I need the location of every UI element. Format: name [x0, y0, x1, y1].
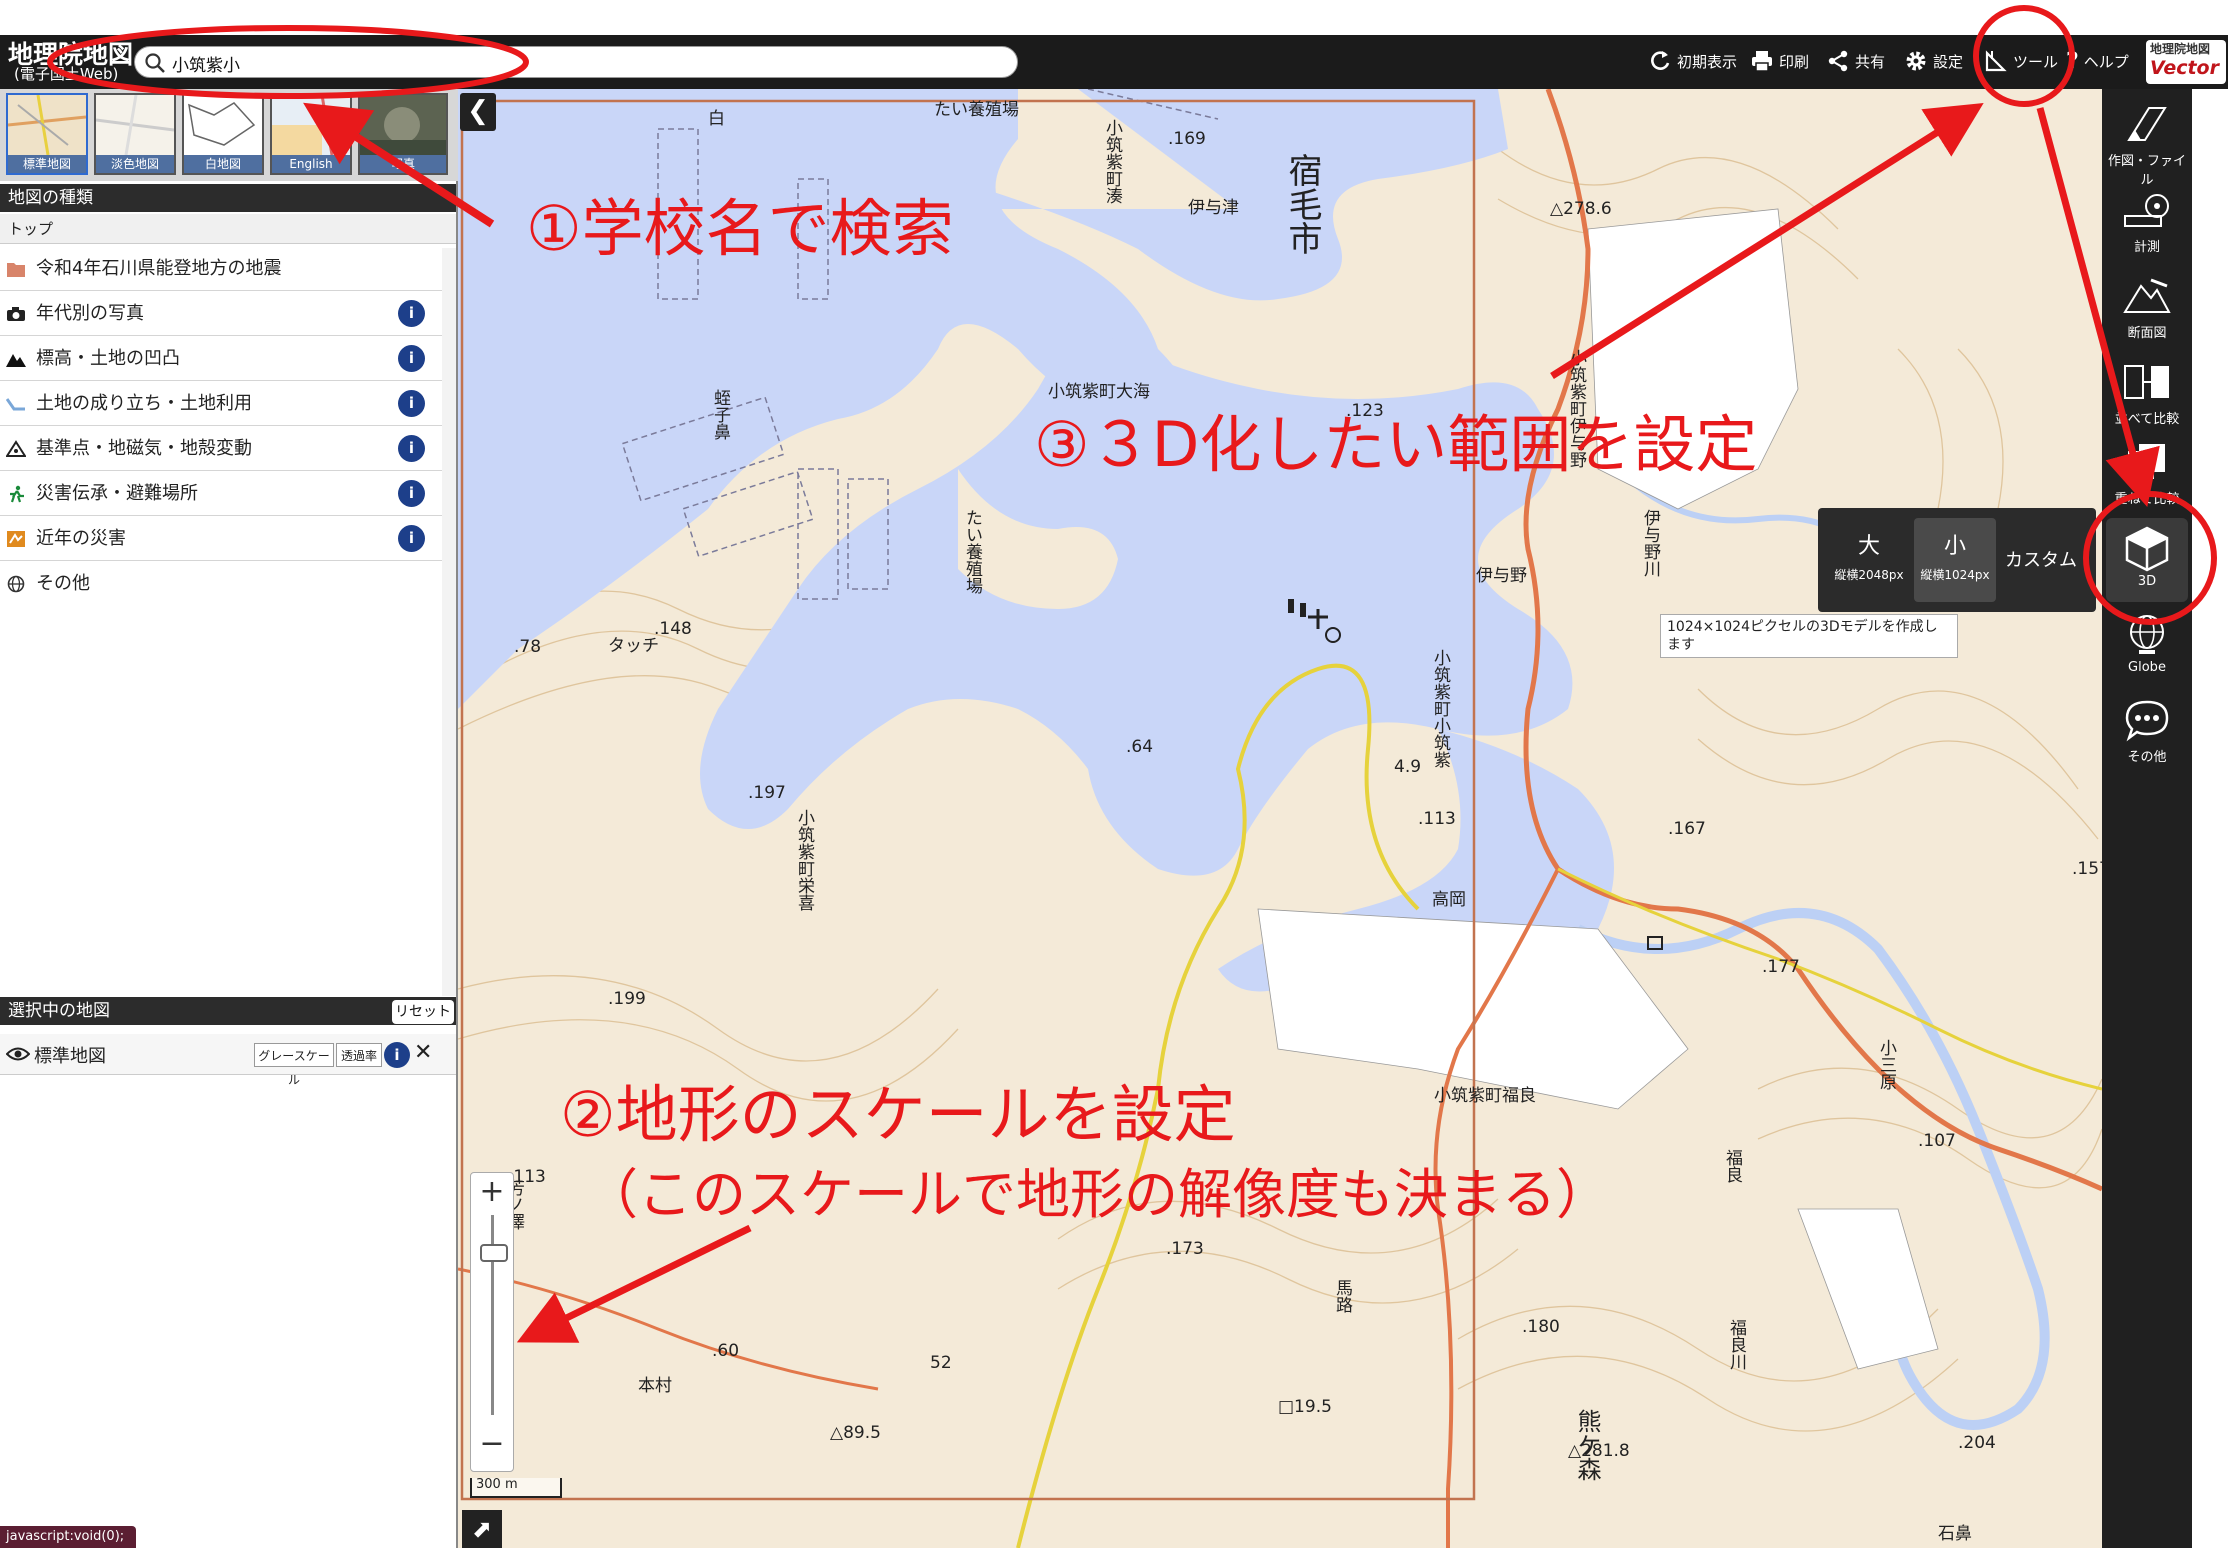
arrow-to-zoom [516, 1224, 752, 1343]
annotation-step3: ③３D化したい範囲を設定 [1034, 408, 1758, 481]
annotation-step1: ①学校名で検索 [526, 192, 954, 265]
arrow-tools-to-3d [2036, 107, 2160, 508]
arrow-range-to-tools [1550, 103, 1984, 379]
search-highlight-ellipse [47, 25, 529, 99]
3d-highlight-circle [2083, 491, 2217, 625]
tools-highlight-circle [1973, 5, 2075, 107]
annotation-step2: ②地形のスケールを設定 [560, 1078, 1236, 1151]
annotation-overlay [47, 5, 2217, 1343]
arrow-to-search [303, 102, 495, 228]
annotation-step2-note: （このスケールで地形の解像度も決まる） [584, 1163, 1610, 1226]
